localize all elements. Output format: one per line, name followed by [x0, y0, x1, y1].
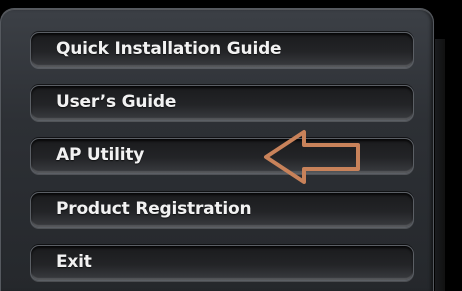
product-registration-button[interactable]: Product Registration: [30, 192, 414, 228]
menu-item-label: Exit: [56, 252, 92, 272]
menu-item-label: Product Registration: [56, 199, 252, 219]
exit-button[interactable]: Exit: [30, 245, 414, 281]
quick-installation-guide-button[interactable]: Quick Installation Guide: [30, 32, 414, 68]
users-guide-button[interactable]: User’s Guide: [30, 85, 414, 121]
launcher-window: Quick Installation Guide User’s Guide AP…: [0, 0, 462, 291]
left-arrow-icon: [264, 130, 360, 184]
menu-item-label: User’s Guide: [56, 92, 177, 112]
menu-item-label: AP Utility: [56, 145, 145, 165]
menu-item-label: Quick Installation Guide: [56, 39, 282, 59]
